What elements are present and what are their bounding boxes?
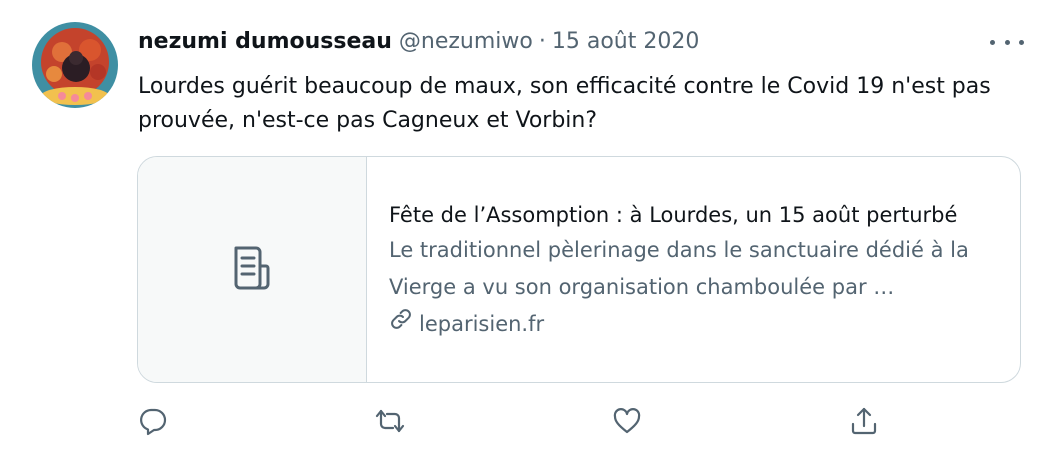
tweet-actions [0,405,1051,445]
card-thumbnail[interactable] [138,157,367,382]
reply-icon [138,406,168,440]
separator-dot: · [538,29,546,54]
retweet-button[interactable] [372,405,408,441]
card-domain: leparisien.fr [419,312,545,336]
user-handle[interactable]: @nezumiwo [399,29,533,54]
avatar[interactable] [32,22,118,108]
more-options-icon[interactable] [990,28,1024,56]
tweet-text: Lourdes guérit beaucoup de maux, son eff… [138,74,991,133]
tweet-date[interactable]: 15 août 2020 [552,29,699,54]
tweet-header: nezumi dumousseau @nezumiwo · 15 août 2020 [138,28,699,56]
display-name[interactable]: nezumi dumousseau [138,29,392,54]
article-icon [228,244,276,296]
heart-icon [612,406,642,440]
link-card[interactable]: Fête de l’Assomption : à Lourdes, un 15 … [137,156,1021,383]
card-description: Le traditionnel pèlerinage dans le sanct… [389,238,969,299]
share-button[interactable] [846,405,882,441]
share-icon [849,406,879,440]
reply-button[interactable] [135,405,171,441]
like-button[interactable] [609,405,645,441]
card-body[interactable]: Fête de l’Assomption : à Lourdes, un 15 … [367,157,1020,382]
card-title: Fête de l’Assomption : à Lourdes, un 15 … [389,203,958,227]
card-domain-row: leparisien.fr [389,307,1000,341]
retweet-icon [374,406,406,440]
link-icon [389,307,419,341]
